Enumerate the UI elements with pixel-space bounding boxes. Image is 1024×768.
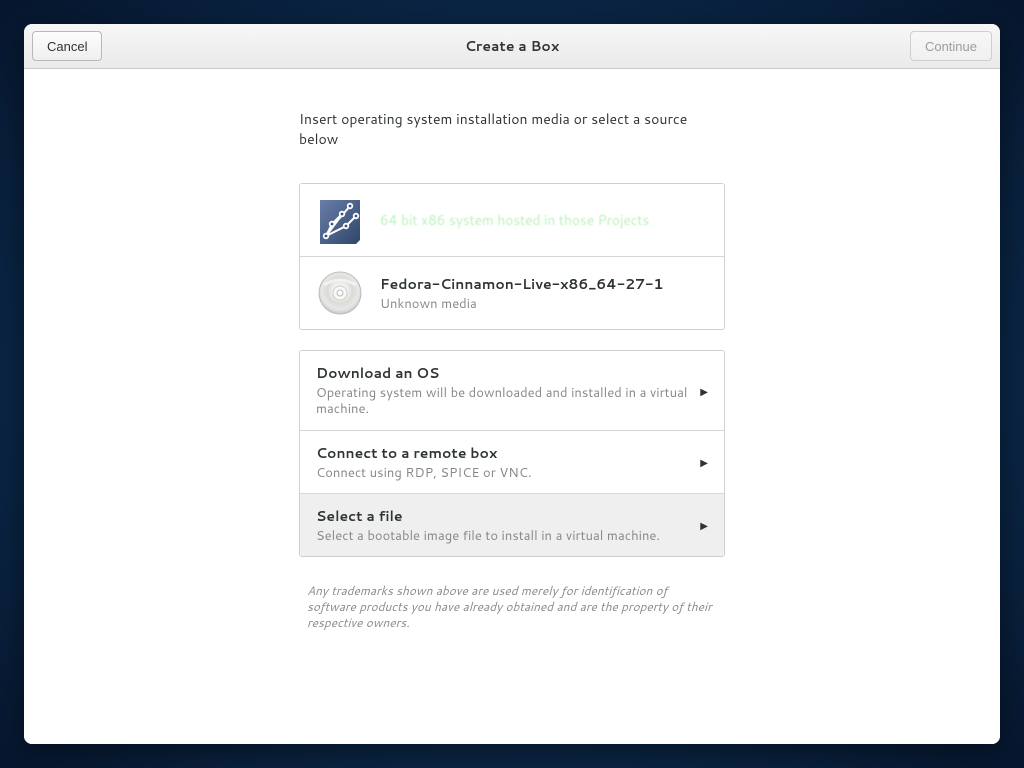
detected-iso-text: Fedora-Cinnamon-Live-x86_64-27-1 Unknown… [380,274,708,312]
option-remote-subtitle: Connect using RDP, SPICE or VNC. [316,465,692,481]
detected-os-text: 64 bit x86 system hosted in those Projec… [380,210,708,230]
option-remote-text: Connect to a remote box Connect using RD… [316,443,692,481]
option-remote[interactable]: Connect to a remote box Connect using RD… [300,431,724,494]
option-download-title: Download an OS [316,363,692,383]
iso-title: Fedora-Cinnamon-Live-x86_64-27-1 [380,274,708,294]
disc-icon [316,269,364,317]
option-file-text: Select a file Select a bootable image fi… [316,506,692,544]
detected-os-label: 64 bit x86 system hosted in those Projec… [380,210,708,230]
option-download[interactable]: Download an OS Operating system will be … [300,351,724,431]
chevron-right-icon [692,516,708,533]
chevron-right-icon [692,453,708,470]
detected-media-group: 64 bit x86 system hosted in those Projec… [299,183,725,330]
option-download-subtitle: Operating system will be downloaded and … [316,385,692,418]
iso-subtitle: Unknown media [380,296,708,312]
option-remote-title: Connect to a remote box [316,443,692,463]
option-download-text: Download an OS Operating system will be … [316,363,692,418]
detected-os-row[interactable]: 64 bit x86 system hosted in those Projec… [300,184,724,257]
source-options-group: Download an OS Operating system will be … [299,350,725,557]
dialog-window: Cancel Create a Box Continue Insert oper… [24,24,1000,744]
option-file-subtitle: Select a bootable image file to install … [316,528,692,544]
option-file-title: Select a file [316,506,692,526]
continue-button[interactable]: Continue [910,31,992,61]
circuit-icon [316,196,364,244]
header-bar: Cancel Create a Box Continue [24,24,1000,69]
option-select-file[interactable]: Select a file Select a bootable image fi… [300,494,724,556]
dialog-title: Create a Box [24,36,1000,56]
cancel-button[interactable]: Cancel [32,31,102,61]
intro-text: Insert operating system installation med… [299,109,725,149]
content-area: Insert operating system installation med… [24,69,1000,744]
chevron-right-icon [692,382,708,399]
trademark-disclaimer: Any trademarks shown above are used mere… [307,583,717,632]
detected-iso-row[interactable]: Fedora-Cinnamon-Live-x86_64-27-1 Unknown… [300,257,724,329]
